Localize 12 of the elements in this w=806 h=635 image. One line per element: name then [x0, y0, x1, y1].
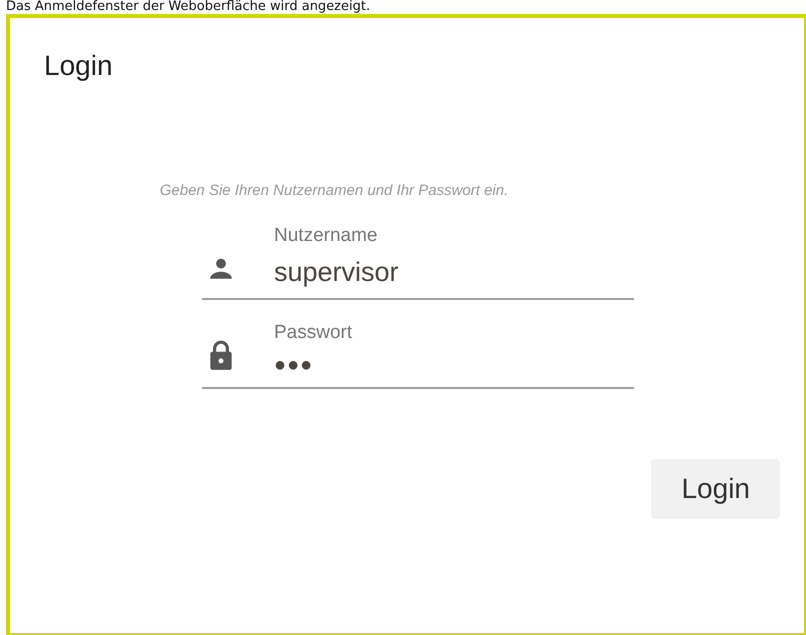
lock-icon	[208, 339, 234, 371]
input-field[interactable]: Nutzername supervisor	[202, 225, 634, 300]
login-button[interactable]: Login	[651, 459, 780, 519]
caption-text: Das Anmeldefenster der Weboberfläche wird angezeigt.	[5, 0, 372, 14]
person-icon	[208, 256, 234, 282]
field-label: Nutzername	[274, 225, 378, 247]
field-label: Passwort	[274, 322, 352, 344]
field-value: ●●●	[274, 354, 314, 377]
input-field[interactable]: Passwort ●●●	[202, 322, 634, 389]
instruction-text: Geben Sie Ihren Nutzernamen und Ihr Passwort ein.	[158, 182, 510, 199]
dialog-title: Login	[44, 50, 114, 82]
field-value: supervisor	[274, 257, 399, 288]
